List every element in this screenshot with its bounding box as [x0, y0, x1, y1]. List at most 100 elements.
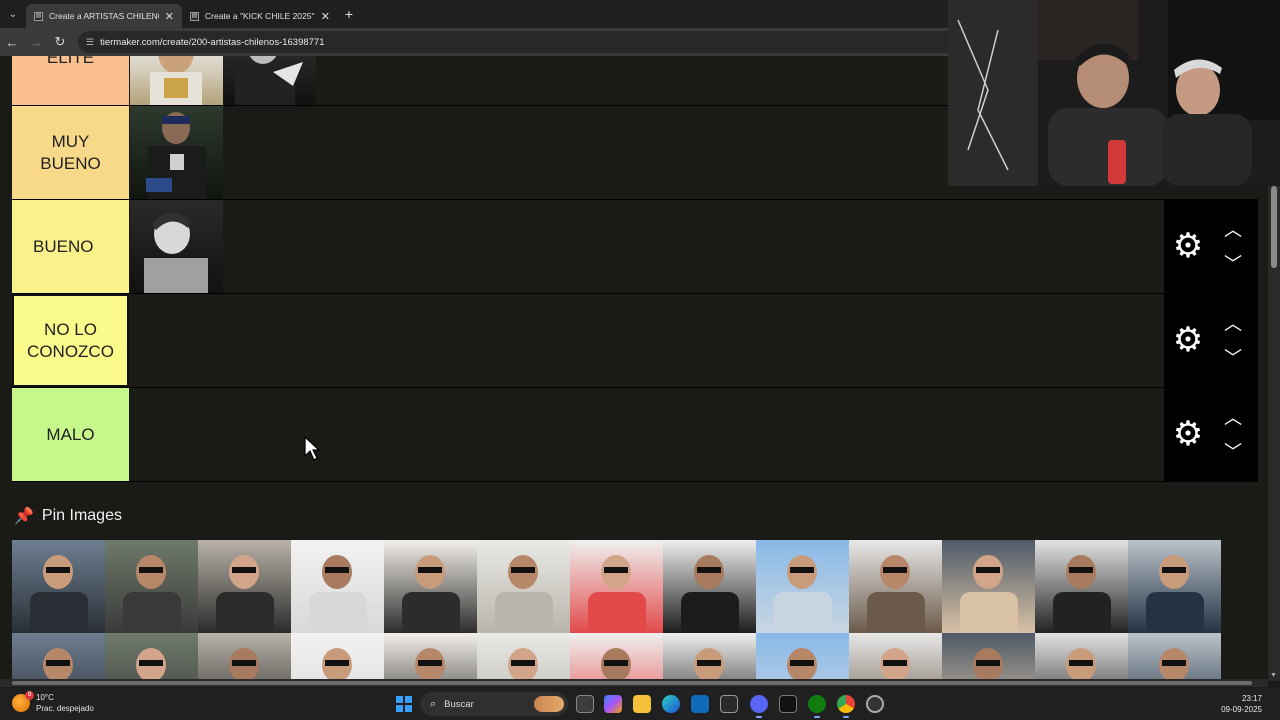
pool-artist-image[interactable] [105, 540, 198, 633]
pool-artist-image[interactable] [849, 633, 942, 681]
store-icon[interactable] [720, 695, 738, 713]
windows-start-icon[interactable] [396, 696, 412, 712]
weather-widget[interactable]: 9 10°C Prac. despejado [12, 691, 94, 714]
xbox-icon[interactable] [808, 695, 826, 718]
tier-label-editing[interactable]: NO LO CONOZCO [12, 294, 129, 387]
pool-artist-image[interactable] [12, 633, 105, 681]
tier-label-text: MUY BUENO [40, 131, 101, 173]
pool-artist-image[interactable] [663, 540, 756, 633]
tier-label[interactable]: BUENO [12, 200, 129, 293]
tier-controls: ⚙ ︿ ﹀ [1164, 200, 1258, 294]
artist-photo-icon [681, 555, 739, 633]
chrome-icon[interactable] [837, 695, 855, 718]
task-view-icon[interactable] [576, 695, 594, 713]
mouse-cursor-icon [304, 436, 320, 461]
pin-images-header: 📌 Pin Images [14, 506, 122, 526]
chevron-down-icon[interactable]: ﹀ [1220, 442, 1246, 462]
pool-artist-image[interactable] [477, 633, 570, 681]
back-arrow-icon[interactable]: ← [0, 30, 24, 54]
pin-images-title: Pin Images [41, 507, 122, 524]
pool-artist-image[interactable] [384, 633, 477, 681]
artist-image[interactable] [130, 200, 223, 293]
close-tab-icon[interactable]: ✕ [321, 10, 330, 23]
weather-temperature: 10°C [36, 693, 54, 702]
pool-artist-image[interactable] [291, 633, 384, 681]
pool-artist-image[interactable] [570, 540, 663, 633]
pool-artist-image[interactable] [12, 540, 105, 633]
pool-artist-image[interactable] [1128, 633, 1221, 681]
gear-icon[interactable]: ⚙ [1170, 416, 1206, 452]
reload-icon[interactable]: ↻ [48, 30, 72, 54]
tier-label-text: MALO [46, 424, 95, 444]
scrollbar-thumb[interactable] [1271, 186, 1277, 268]
pool-artist-image[interactable] [198, 540, 291, 633]
scroll-down-arrow-icon[interactable]: ▼ [1270, 672, 1277, 679]
pool-artist-image[interactable] [105, 633, 198, 681]
artist-photo-icon [229, 648, 259, 681]
tier-label[interactable]: MUY BUENO [12, 106, 129, 199]
pool-artist-image[interactable] [1035, 540, 1128, 633]
horizontal-scrollbar-thumb[interactable] [12, 681, 1252, 685]
tier-label-text[interactable]: NO LO CONOZCO [23, 319, 119, 363]
pool-artist-image[interactable] [663, 633, 756, 681]
artist-image[interactable] [130, 106, 223, 199]
tier-items-area[interactable] [130, 294, 1164, 387]
artist-photo-icon [1159, 648, 1189, 681]
artist-image[interactable] [130, 56, 223, 105]
search-label: Buscar [444, 698, 474, 710]
tier-label[interactable]: ELITE [12, 56, 129, 105]
pool-artist-image[interactable] [291, 540, 384, 633]
obs-icon[interactable] [866, 695, 884, 713]
artist-photo-icon [146, 112, 206, 199]
pool-artist-image[interactable] [942, 633, 1035, 681]
artist-photo-icon [960, 555, 1018, 633]
artist-photo-icon [601, 648, 631, 681]
pool-artist-image[interactable] [198, 633, 291, 681]
edge-browser-icon[interactable] [662, 695, 680, 713]
pool-artist-image[interactable] [942, 540, 1035, 633]
pool-artist-image[interactable] [849, 540, 942, 633]
pool-artist-image[interactable] [756, 633, 849, 681]
chevron-down-icon[interactable]: ﹀ [1220, 348, 1246, 368]
artist-image[interactable] [223, 56, 316, 105]
artist-photo-icon [43, 648, 73, 681]
file-explorer-icon[interactable] [633, 695, 651, 713]
artist-photo-icon [216, 555, 274, 633]
pool-artist-image[interactable] [1035, 633, 1128, 681]
screen: ⌄ ▤ Create a ARTISTAS CHILENOS T ✕ ▤ Cre… [0, 0, 1280, 720]
new-tab-plus-icon[interactable]: + [338, 3, 360, 25]
discord-icon[interactable] [750, 695, 768, 718]
tier-items-area[interactable] [130, 200, 1164, 293]
gear-icon[interactable]: ⚙ [1170, 228, 1206, 264]
tier-items-area[interactable] [130, 388, 1164, 481]
chevron-up-icon[interactable]: ︿ [1220, 314, 1246, 334]
site-info-icon[interactable]: ☰ [86, 37, 94, 48]
outlook-icon[interactable] [691, 695, 709, 713]
horizontal-scrollbar[interactable] [0, 679, 1268, 687]
vertical-scrollbar[interactable]: ▼ [1268, 186, 1280, 681]
tier-label[interactable]: MALO [12, 388, 129, 481]
artist-photo-icon [402, 555, 460, 633]
pool-artist-image[interactable] [477, 540, 570, 633]
tab-kick-chile[interactable]: ▤ Create a "KICK CHILE 2025" Tie ✕ [182, 4, 338, 28]
pool-artist-image[interactable] [1128, 540, 1221, 633]
address-bar[interactable]: ☰ tiermaker.com/create/200-artistas-chil… [78, 31, 958, 53]
pool-artist-image[interactable] [570, 633, 663, 681]
gear-icon[interactable]: ⚙ [1170, 322, 1206, 358]
pool-artist-image[interactable] [384, 540, 477, 633]
copilot-icon[interactable] [604, 695, 622, 713]
tab-search-menu-icon[interactable]: ⌄ [0, 0, 26, 28]
system-clock[interactable]: 23:17 09-09-2025 [1221, 693, 1262, 715]
close-tab-icon[interactable]: ✕ [165, 10, 174, 23]
artist-photo-icon [235, 56, 303, 105]
forward-arrow-icon[interactable]: → [24, 30, 48, 54]
chevron-up-icon[interactable]: ︿ [1220, 220, 1246, 240]
pool-artist-image[interactable] [756, 540, 849, 633]
media-app-icon[interactable] [779, 695, 797, 713]
artist-photo-icon [1053, 555, 1111, 633]
chevron-down-icon[interactable]: ﹀ [1220, 254, 1246, 274]
tab-artistas-chilenos[interactable]: ▤ Create a ARTISTAS CHILENOS T ✕ [26, 4, 182, 28]
webcam-overlay [948, 0, 1280, 186]
chevron-up-icon[interactable]: ︿ [1220, 408, 1246, 428]
taskbar-search[interactable]: ⌕ Buscar [420, 692, 568, 716]
